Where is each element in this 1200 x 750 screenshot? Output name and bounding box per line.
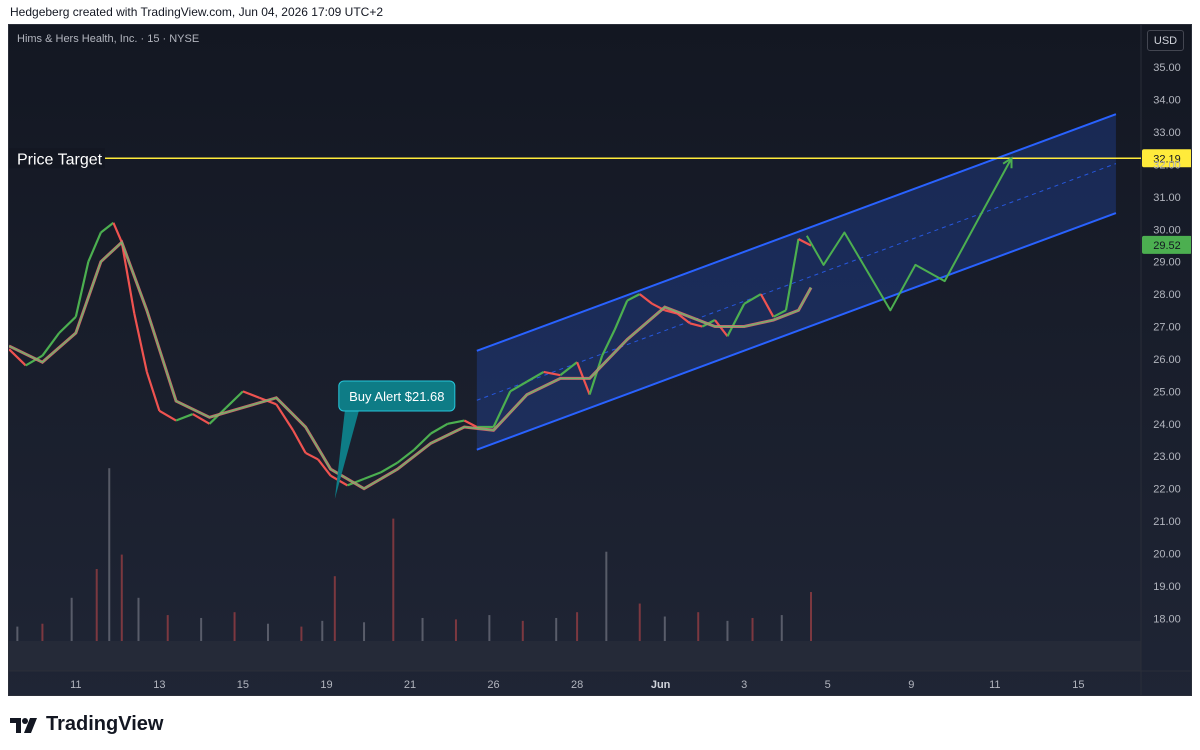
tradingview-logo-icon — [10, 717, 37, 733]
volume-bar — [41, 623, 44, 641]
y-tick-label: 20.00 — [1153, 548, 1181, 560]
last-price-badge-text: 29.52 — [1153, 240, 1181, 252]
volume-bar — [137, 597, 140, 641]
volume-bar — [576, 612, 579, 641]
x-tick-label: 11 — [70, 679, 81, 691]
volume-bar — [392, 518, 395, 641]
y-tick-label: 22.00 — [1153, 484, 1181, 496]
symbol-title: Hims & Hers Health, Inc. · 15 · NYSE — [17, 33, 200, 45]
x-tick-label: 9 — [908, 679, 914, 691]
volume-bar — [663, 616, 666, 641]
volume-bar — [421, 617, 424, 641]
y-tick-label: 28.00 — [1153, 289, 1181, 301]
volume-bar — [810, 592, 813, 641]
y-tick-label: 27.00 — [1153, 322, 1181, 334]
y-tick-label: 34.00 — [1153, 95, 1181, 107]
y-tick-label: 18.00 — [1153, 613, 1181, 625]
x-tick-label: 19 — [320, 679, 332, 691]
volume-bar — [605, 551, 608, 641]
volume-bar — [726, 620, 729, 641]
volume-bar — [120, 554, 123, 641]
y-tick-label: 30.00 — [1153, 224, 1181, 236]
volume-bar — [697, 612, 700, 641]
volume-bar — [266, 623, 269, 641]
x-tick-label: Jun — [651, 679, 671, 691]
currency-button[interactable]: USD — [1147, 30, 1184, 51]
x-tick-label: 21 — [404, 679, 416, 691]
y-tick-label: 19.00 — [1153, 581, 1181, 593]
volume-bar — [555, 617, 558, 641]
volume-bar — [638, 603, 641, 641]
volume-bar — [95, 569, 98, 641]
volume-bar — [363, 622, 366, 641]
y-tick-label: 32.00 — [1153, 159, 1181, 171]
attribution-bar: Hedgeberg created with TradingView.com, … — [0, 0, 1200, 24]
volume-bar — [108, 468, 111, 641]
chart-pane[interactable]: Price Target 32.19 Buy Alert $21.68 18.00… — [8, 24, 1192, 696]
x-tick-label: 13 — [153, 679, 165, 691]
volume-bar — [166, 615, 169, 641]
x-tick-label: 11 — [989, 679, 1000, 691]
tradingview-logo[interactable]: TradingView — [10, 713, 163, 736]
volume-bar — [16, 626, 19, 641]
y-tick-label: 29.00 — [1153, 257, 1181, 269]
x-tick-label: 28 — [571, 679, 583, 691]
buy-alert-label[interactable]: Buy Alert $21.68 — [349, 389, 444, 404]
volume-bar — [200, 617, 203, 641]
y-tick-label: 31.00 — [1153, 192, 1181, 204]
y-tick-label: 26.00 — [1153, 354, 1181, 366]
tradingview-logo-text: TradingView — [46, 713, 164, 735]
attribution-text: Hedgeberg created with TradingView.com, … — [10, 5, 384, 19]
x-tick-label: 5 — [825, 679, 831, 691]
y-tick-label: 21.00 — [1153, 516, 1181, 528]
price-target-label[interactable]: Price Target — [17, 151, 103, 168]
volume-bar — [70, 597, 73, 641]
volume-bar — [300, 626, 303, 641]
y-tick-label: 24.00 — [1153, 419, 1181, 431]
volume-pane-separator — [9, 641, 1141, 671]
y-tick-label: 23.00 — [1153, 451, 1181, 463]
volume-bar — [521, 620, 524, 641]
x-tick-label: 15 — [237, 679, 249, 691]
y-tick-label: 33.00 — [1153, 127, 1181, 139]
volume-bar — [751, 617, 754, 641]
volume-bar — [488, 615, 491, 641]
volume-bar — [233, 612, 236, 641]
price-chart[interactable]: Price Target 32.19 Buy Alert $21.68 18.00… — [9, 25, 1192, 696]
x-tick-label: 15 — [1072, 679, 1084, 691]
volume-bar — [321, 620, 324, 641]
y-tick-label: 35.00 — [1153, 62, 1181, 74]
volume-bar — [780, 615, 783, 641]
x-tick-label: 3 — [741, 679, 747, 691]
volume-bar — [454, 619, 457, 641]
x-tick-label: 26 — [487, 679, 499, 691]
y-tick-label: 25.00 — [1153, 386, 1181, 398]
footer-bar — [0, 696, 1200, 750]
volume-bar — [333, 576, 336, 641]
